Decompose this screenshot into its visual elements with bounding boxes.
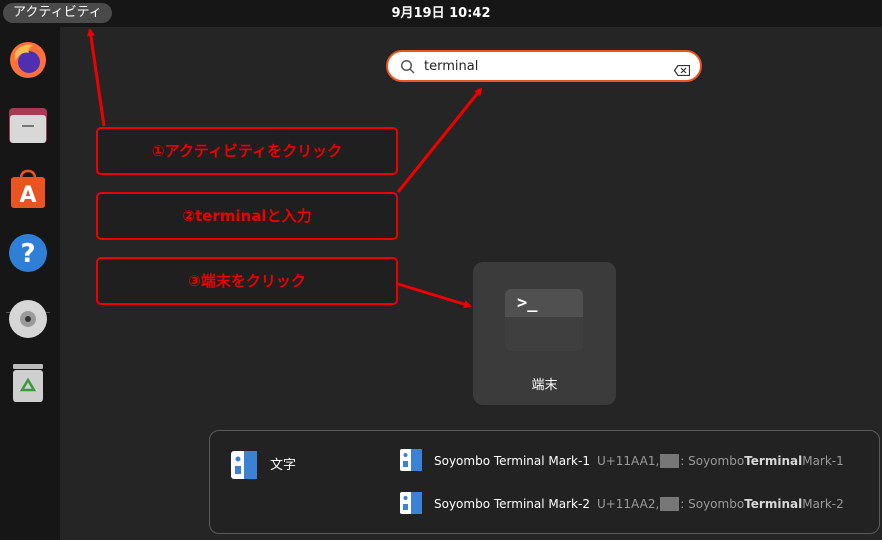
terminal-app-result[interactable]: >_ 端末 [473, 262, 616, 405]
character-result[interactable]: Soyombo Terminal Mark-2 U+11AA2, : Soyom… [400, 491, 844, 517]
clock[interactable]: 9月19日 10:42 [0, 0, 882, 27]
characters-results-panel: 文字 Soyombo Terminal Mark-1 U+11AA1, : So… [209, 430, 880, 534]
clear-text-icon[interactable] [673, 61, 691, 80]
character-desc-match: Terminal [744, 497, 803, 511]
top-bar: アクティビティ 9月19日 10:42 [0, 0, 882, 27]
app-center-icon[interactable]: A [6, 167, 50, 211]
files-icon[interactable] [6, 103, 50, 147]
annotation-step-2: ②terminalと入力 [96, 192, 398, 240]
character-desc-match: Terminal [744, 454, 803, 468]
dock: A ? [0, 27, 60, 540]
character-code: U+11AA2, [596, 497, 660, 511]
character-desc-tail: Mark-2 [802, 497, 844, 511]
terminal-icon: >_ [505, 289, 583, 351]
svg-text:A: A [19, 183, 36, 208]
character-name: Soyombo Terminal Mark-1 [434, 454, 590, 468]
help-icon[interactable]: ? [6, 231, 50, 275]
character-glyph [660, 454, 680, 468]
search-input[interactable] [424, 56, 654, 76]
character-result[interactable]: Soyombo Terminal Mark-1 U+11AA1, : Soyom… [400, 448, 844, 474]
character-code: U+11AA1, [596, 454, 660, 468]
character-icon [400, 448, 422, 474]
disc-icon[interactable] [6, 297, 50, 341]
character-name: Soyombo Terminal Mark-2 [434, 497, 590, 511]
annotation-step-3: ③端末をクリック [96, 257, 398, 305]
svg-text:?: ? [20, 239, 35, 269]
trash-icon[interactable] [6, 361, 50, 405]
search-box[interactable] [386, 50, 702, 82]
character-desc: : Soyombo [680, 497, 745, 511]
firefox-icon[interactable] [6, 38, 50, 82]
character-glyph [660, 497, 680, 511]
character-desc-tail: Mark-1 [802, 454, 844, 468]
character-desc: : Soyombo [680, 454, 745, 468]
characters-provider-name: 文字 [270, 458, 297, 473]
annotation-step-1: ①アクティビティをクリック [96, 127, 398, 175]
app-label: 端末 [531, 378, 558, 393]
search-icon [400, 59, 416, 79]
characters-app-icon[interactable] [231, 451, 257, 483]
character-icon [400, 491, 422, 517]
